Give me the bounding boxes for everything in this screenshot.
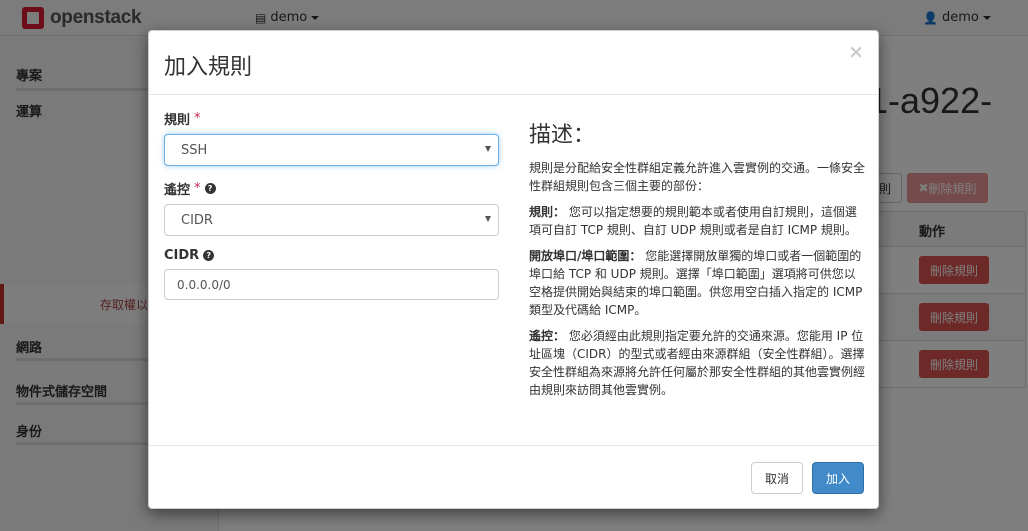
description-title: 描述： xyxy=(529,123,596,148)
rule-select[interactable]: SSH xyxy=(164,134,499,166)
cidr-field-group: CIDR ? 0.0.0.0/0 xyxy=(164,248,499,300)
cidr-input-value: 0.0.0.0/0 xyxy=(177,277,231,292)
add-button[interactable]: 加入 xyxy=(812,462,864,494)
remote-field-group: 遙控 * ? CIDR xyxy=(164,179,499,236)
add-rule-modal: 加入規則 × 規則 * SSH 遙控 * ? CIDR CIDR ? 0.0.0… xyxy=(148,30,879,509)
close-icon[interactable]: × xyxy=(848,43,864,62)
rule-label: 規則 * xyxy=(164,109,499,128)
chevron-down-icon xyxy=(485,146,491,152)
description-port: 開放埠口/埠口範圍： 您能選擇開放單獨的埠口或者一個範圍的埠口給 TCP 和 U… xyxy=(529,247,865,319)
cancel-button[interactable]: 取消 xyxy=(751,462,803,494)
description-remote-term: 遙控： xyxy=(529,329,566,343)
description-intro: 規則是分配給安全性群組定義允許進入雲實例的交通。一條安全性群組規則包含三個主要的… xyxy=(529,161,866,193)
rule-label-text: 規則 xyxy=(164,113,191,128)
cidr-label: CIDR ? xyxy=(164,248,499,263)
modal-footer: 取消 加入 xyxy=(149,445,878,508)
required-mark: * xyxy=(194,181,201,196)
cidr-label-text: CIDR xyxy=(164,248,200,263)
rule-select-value: SSH xyxy=(181,142,208,158)
description-panel: 描述： 規則是分配給安全性群組定義允許進入雲實例的交通。一條安全性群組規則包含三… xyxy=(529,123,865,407)
help-icon[interactable]: ? xyxy=(203,250,215,261)
required-mark: * xyxy=(194,111,201,126)
modal-title: 加入規則 xyxy=(164,55,253,80)
rule-field-group: 規則 * SSH xyxy=(164,109,499,166)
modal-header: 加入規則 × xyxy=(149,31,878,95)
description-remote: 遙控： 您必須經由此規則指定要允許的交通來源。您能用 IP 位址區塊（CIDR）… xyxy=(529,327,865,399)
remote-label: 遙控 * ? xyxy=(164,179,499,198)
help-icon[interactable]: ? xyxy=(204,183,216,194)
description-port-term: 開放埠口/埠口範圍： xyxy=(529,249,642,263)
description-rule-term: 規則： xyxy=(529,205,566,219)
remote-select-value: CIDR xyxy=(181,212,213,228)
cidr-input[interactable]: 0.0.0.0/0 xyxy=(164,269,499,300)
chevron-down-icon xyxy=(485,216,491,222)
description-rule: 規則： 您可以指定想要的規則範本或者使用自訂規則，這個選項可自訂 TCP 規則、… xyxy=(529,203,865,239)
description-remote-text: 您必須經由此規則指定要允許的交通來源。您能用 IP 位址區塊（CIDR）的型式或… xyxy=(529,329,866,397)
remote-label-text: 遙控 xyxy=(164,183,191,198)
remote-select[interactable]: CIDR xyxy=(164,204,499,236)
description-rule-text: 您可以指定想要的規則範本或者使用自訂規則，這個選項可自訂 TCP 規則、自訂 U… xyxy=(529,205,857,237)
